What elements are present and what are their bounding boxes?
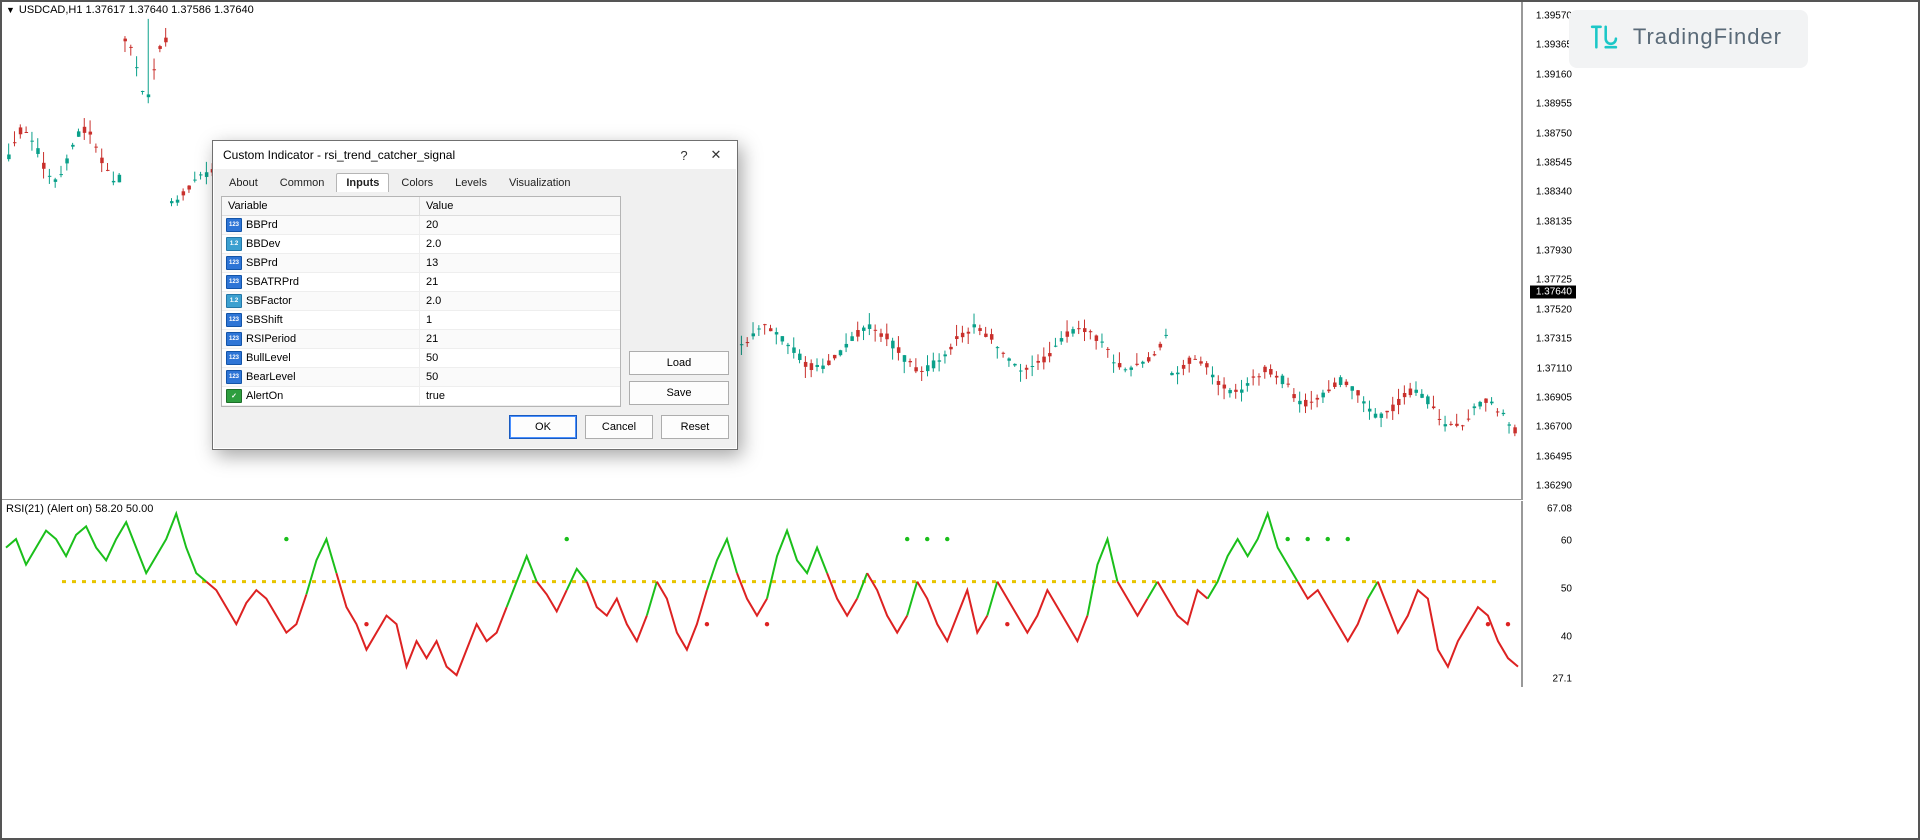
variable-name: SBPrd <box>246 257 278 269</box>
variable-name: AlertOn <box>246 390 283 402</box>
price-tick: 1.38340 <box>1536 187 1572 198</box>
indicator-pane[interactable]: RSI(21) (Alert on) 58.20 50.00 <box>2 501 1522 687</box>
variable-name: RSIPeriod <box>246 333 296 345</box>
variable-value[interactable]: 21 <box>420 274 620 290</box>
watermark-text: TradingFinder <box>1633 24 1782 50</box>
help-button[interactable]: ? <box>669 144 699 166</box>
type-icon: 123 <box>226 332 242 346</box>
indicator-tick: 40 <box>1561 632 1572 643</box>
price-tick: 1.39365 <box>1536 40 1572 51</box>
price-tick: 1.39160 <box>1536 69 1572 80</box>
variable-value[interactable]: 21 <box>420 331 620 347</box>
tab-about[interactable]: About <box>219 173 268 192</box>
price-tick: 1.37110 <box>1537 363 1572 374</box>
app-frame: ▼ USDCAD,H1 1.37617 1.37640 1.37586 1.37… <box>0 0 1920 840</box>
input-row[interactable]: 123 BBPrd 20 <box>222 216 620 235</box>
input-row[interactable]: 123 SBATRPrd 21 <box>222 273 620 292</box>
rsi-line-layer <box>2 501 1522 687</box>
type-icon: ✓ <box>226 389 242 403</box>
price-axis: 1.39570 1.39365 1.39160 1.38955 1.38750 1.385… <box>1522 2 1576 687</box>
variable-value[interactable]: 50 <box>420 350 620 366</box>
price-tick: 1.38545 <box>1536 157 1572 168</box>
col-value: Value <box>420 197 620 215</box>
input-row[interactable]: 1.2 SBFactor 2.0 <box>222 292 620 311</box>
tab-levels[interactable]: Levels <box>445 173 497 192</box>
variable-name: SBFactor <box>246 295 292 307</box>
tab-common[interactable]: Common <box>270 173 335 192</box>
type-icon: 1.2 <box>226 237 242 251</box>
indicator-tick: 67.08 <box>1547 504 1572 515</box>
type-icon: 1.2 <box>226 294 242 308</box>
tradingfinder-logo-icon <box>1587 20 1621 54</box>
load-button[interactable]: Load <box>629 351 729 375</box>
type-icon: 123 <box>226 256 242 270</box>
tab-visualization[interactable]: Visualization <box>499 173 581 192</box>
tradingfinder-watermark: TradingFinder <box>1569 10 1808 68</box>
price-tick: 1.37315 <box>1536 334 1572 345</box>
col-variable: Variable <box>222 197 420 215</box>
price-tick: 1.37520 <box>1536 304 1572 315</box>
price-tick: 1.38750 <box>1536 128 1572 139</box>
close-button[interactable]: ✕ <box>701 144 731 166</box>
variable-value[interactable]: 13 <box>420 255 620 271</box>
price-tick: 1.38955 <box>1536 99 1572 110</box>
type-icon: 123 <box>226 313 242 327</box>
variable-name: BBDev <box>246 238 280 250</box>
grid-header: Variable Value <box>222 197 620 216</box>
input-row[interactable]: 1.2 BBDev 2.0 <box>222 235 620 254</box>
variable-name: SBATRPrd <box>246 276 299 288</box>
variable-value[interactable]: 1 <box>420 312 620 328</box>
price-tick: 1.36495 <box>1536 451 1572 462</box>
price-tick: 1.36905 <box>1536 392 1572 403</box>
dialog-titlebar[interactable]: Custom Indicator - rsi_trend_catcher_sig… <box>213 141 737 169</box>
type-icon: 123 <box>226 370 242 384</box>
variable-value[interactable]: 50 <box>420 369 620 385</box>
dialog-tabs: AboutCommonInputsColorsLevelsVisualizati… <box>213 169 737 192</box>
indicator-properties-dialog[interactable]: Custom Indicator - rsi_trend_catcher_sig… <box>212 140 738 450</box>
variable-name: BearLevel <box>246 371 296 383</box>
variable-name: SBShift <box>246 314 283 326</box>
input-row[interactable]: 123 BullLevel 50 <box>222 349 620 368</box>
dialog-title: Custom Indicator - rsi_trend_catcher_sig… <box>223 148 455 162</box>
variable-value[interactable]: true <box>420 388 620 404</box>
price-tick: 1.36290 <box>1536 481 1572 492</box>
indicator-tick: 60 <box>1561 536 1572 547</box>
variable-value[interactable]: 2.0 <box>420 293 620 309</box>
tab-inputs[interactable]: Inputs <box>336 173 389 192</box>
tab-colors[interactable]: Colors <box>391 173 443 192</box>
price-tick: 1.36700 <box>1536 422 1572 433</box>
price-tick: 1.38135 <box>1536 216 1572 227</box>
ok-button[interactable]: OK <box>509 415 577 439</box>
variable-name: BullLevel <box>246 352 291 364</box>
variable-name: BBPrd <box>246 219 278 231</box>
indicator-tick: 50 <box>1561 584 1572 595</box>
input-row[interactable]: 123 RSIPeriod 21 <box>222 330 620 349</box>
price-tick: 1.39570 <box>1536 11 1572 22</box>
inputs-grid[interactable]: Variable Value 123 BBPrd 20 1.2 BBDev 2.0 123 S… <box>221 196 621 407</box>
type-icon: 123 <box>226 218 242 232</box>
indicator-tick: 27.1 <box>1553 674 1572 685</box>
input-row[interactable]: ✓ AlertOn true <box>222 387 620 406</box>
cancel-button[interactable]: Cancel <box>585 415 653 439</box>
variable-value[interactable]: 20 <box>420 217 620 233</box>
current-price-marker: 1.37640 <box>1530 286 1576 299</box>
save-button[interactable]: Save <box>629 381 729 405</box>
reset-button[interactable]: Reset <box>661 415 729 439</box>
type-icon: 123 <box>226 351 242 365</box>
input-row[interactable]: 123 SBPrd 13 <box>222 254 620 273</box>
price-tick: 1.37930 <box>1536 246 1572 257</box>
variable-value[interactable]: 2.0 <box>420 236 620 252</box>
price-tick: 1.37725 <box>1536 275 1572 286</box>
input-row[interactable]: 123 BearLevel 50 <box>222 368 620 387</box>
input-row[interactable]: 123 SBShift 1 <box>222 311 620 330</box>
type-icon: 123 <box>226 275 242 289</box>
